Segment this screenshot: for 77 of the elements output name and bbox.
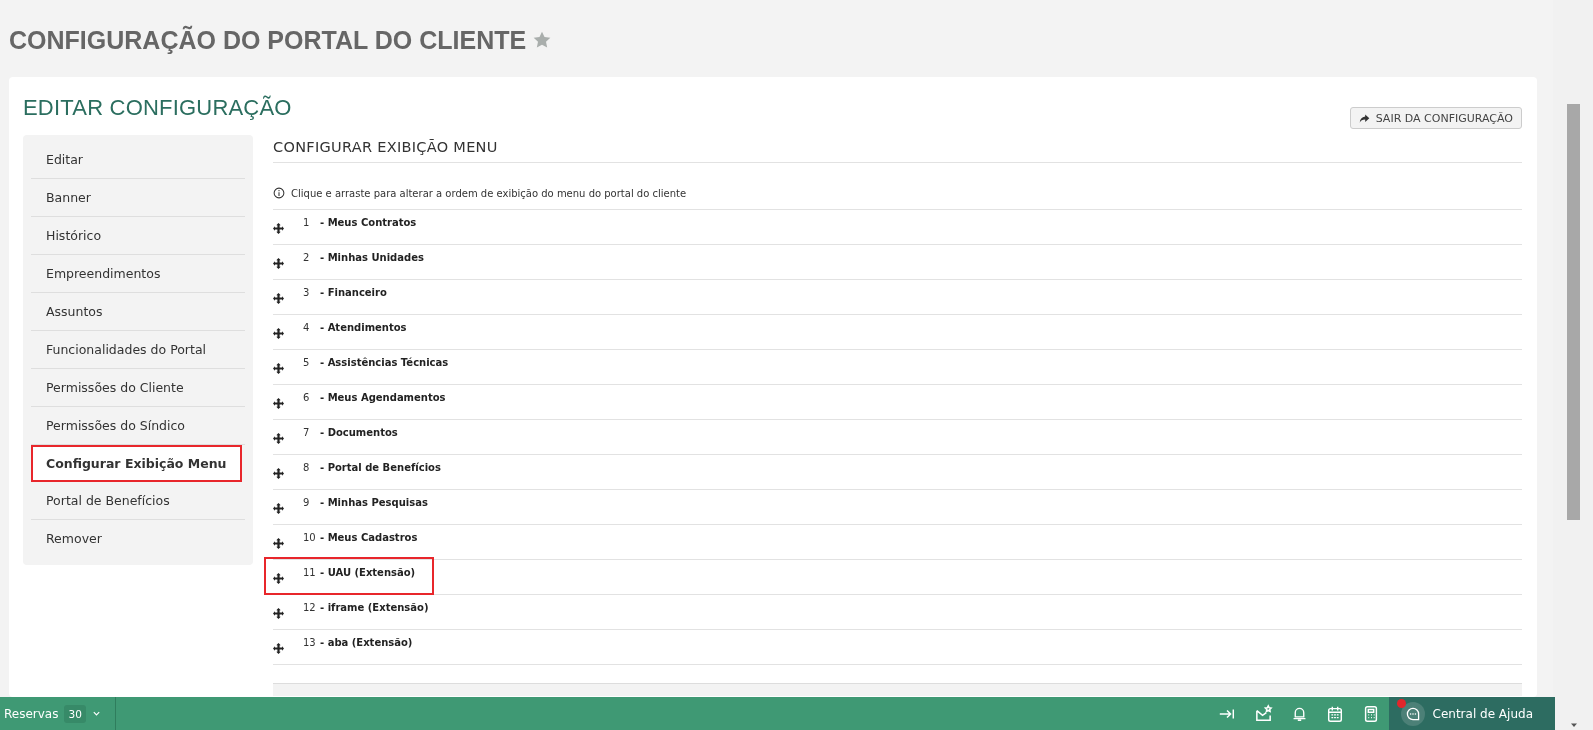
sidebar-item[interactable]: Assuntos: [31, 293, 245, 331]
sidebar-item[interactable]: Permissões do Cliente: [31, 369, 245, 407]
sidebar-item[interactable]: Remover: [31, 520, 245, 557]
row-number: 4: [303, 322, 311, 333]
menu-item-label[interactable]: - aba (Extensão): [320, 637, 413, 648]
sidebar-item[interactable]: Portal de Benefícios: [31, 482, 245, 520]
row-number: 9: [303, 497, 311, 508]
menu-row[interactable]: 8 - Portal de Benefícios: [273, 455, 1522, 490]
drag-handle-icon[interactable]: [273, 293, 284, 304]
menu-item-label[interactable]: - Portal de Benefícios: [320, 462, 441, 473]
menu-item-label[interactable]: - Documentos: [320, 427, 398, 438]
row-number: 7: [303, 427, 311, 438]
mail-star-icon[interactable]: [1253, 704, 1273, 723]
drag-handle-icon[interactable]: [273, 223, 284, 234]
info-icon: [273, 187, 285, 199]
sidebar-item[interactable]: Banner: [31, 179, 245, 217]
share-arrow-icon: [1358, 112, 1370, 124]
row-number: 11: [303, 567, 317, 578]
drag-handle-icon[interactable]: [273, 573, 284, 584]
calendar-icon[interactable]: [1325, 704, 1344, 723]
sidebar-item[interactable]: Configurar Exibição Menu: [31, 445, 242, 482]
drag-handle-icon[interactable]: [273, 363, 284, 374]
chat-bubble-icon: [1404, 705, 1421, 722]
sidebar-item[interactable]: Funcionalidades do Portal: [31, 331, 245, 369]
menu-item-label[interactable]: - Meus Contratos: [320, 217, 417, 228]
menu-row[interactable]: 7 - Documentos: [273, 420, 1522, 455]
menu-item-label[interactable]: - Meus Agendamentos: [320, 392, 446, 403]
sidebar-item[interactable]: Editar: [31, 141, 245, 179]
star-icon[interactable]: [532, 30, 553, 50]
drag-handle-icon[interactable]: [273, 608, 284, 619]
menu-row[interactable]: 5 - Assistências Técnicas: [273, 350, 1522, 385]
menu-row[interactable]: 3 - Financeiro: [273, 280, 1522, 315]
menu-item-label[interactable]: - Assistências Técnicas: [320, 357, 449, 368]
page-title: CONFIGURAÇÃO DO PORTAL DO CLIENTE: [9, 25, 527, 55]
row-number: 13: [303, 637, 317, 648]
sidebar-item[interactable]: Histórico: [31, 217, 245, 255]
menu-row[interactable]: 9 - Minhas Pesquisas: [273, 490, 1522, 525]
exit-config-button[interactable]: SAIR DA CONFIGURAÇÃO: [1349, 107, 1522, 129]
drag-handle-icon[interactable]: [273, 258, 284, 269]
row-number: 3: [303, 287, 311, 298]
drag-handle-icon[interactable]: [273, 643, 284, 654]
drag-handle-icon[interactable]: [273, 503, 284, 514]
menu-item-label[interactable]: - UAU (Extensão): [320, 567, 416, 578]
menu-row[interactable]: 2 - Minhas Unidades: [273, 245, 1522, 280]
row-number: 6: [303, 392, 311, 403]
hint-text: Clique e arraste para alterar a ordem de exibição do menu do portal do cliente: [291, 187, 687, 199]
sidebar-item[interactable]: Empreendimentos: [31, 255, 245, 293]
menu-row[interactable]: 10 - Meus Cadastros: [273, 525, 1522, 560]
row-number: 8: [303, 462, 311, 473]
drag-handle-icon[interactable]: [273, 433, 284, 444]
chevron-down-icon[interactable]: [91, 709, 101, 718]
menu-item-label[interactable]: - Minhas Unidades: [320, 252, 424, 263]
menu-row[interactable]: 11 - UAU (Extensão): [273, 560, 1522, 595]
drag-handle-icon[interactable]: [273, 398, 284, 409]
drag-handle-icon[interactable]: [273, 468, 284, 479]
help-center-button[interactable]: Central de Ajuda: [1388, 697, 1555, 730]
scrollbar-thumb[interactable]: [1566, 104, 1580, 520]
menu-row[interactable]: 6 - Meus Agendamentos: [273, 385, 1522, 420]
menu-item-label[interactable]: - Meus Cadastros: [320, 532, 418, 543]
menu-row[interactable]: 1 - Meus Contratos: [273, 210, 1522, 245]
drag-handle-icon[interactable]: [273, 538, 284, 549]
row-number: 10: [303, 532, 317, 543]
menu-row[interactable]: 4 - Atendimentos: [273, 315, 1522, 350]
drag-handle-icon[interactable]: [273, 328, 284, 339]
menu-item-label[interactable]: - Minhas Pesquisas: [320, 497, 428, 508]
menu-row[interactable]: 12 - iframe (Extensão): [273, 595, 1522, 630]
row-number: 5: [303, 357, 311, 368]
section-title: CONFIGURAR EXIBIÇÃO MENU: [273, 135, 1522, 163]
row-number: 12: [303, 602, 317, 613]
menu-item-label[interactable]: - Atendimentos: [320, 322, 407, 333]
card-title: EDITAR CONFIGURAÇÃO: [23, 95, 292, 121]
menu-row[interactable]: 13 - aba (Extensão): [273, 630, 1522, 665]
row-number: 1: [303, 217, 311, 228]
row-number: 2: [303, 252, 311, 263]
menu-item-label[interactable]: - iframe (Extensão): [320, 602, 429, 613]
menu-item-label[interactable]: - Financeiro: [320, 287, 387, 298]
reservas-count: 30: [64, 704, 86, 723]
